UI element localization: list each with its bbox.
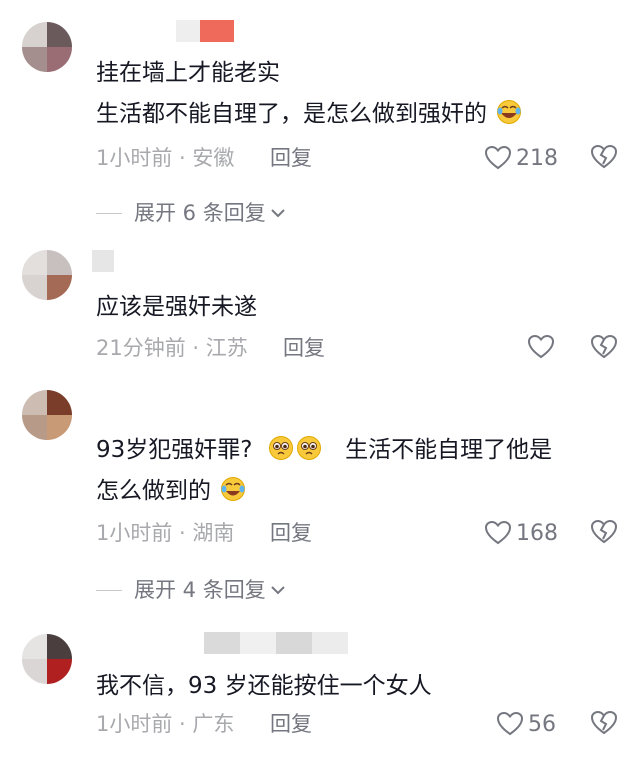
comment-meta: 1小时前 · 湖南 bbox=[96, 521, 235, 545]
comment-text: 93岁犯强奸罪? 生活不能自理了他是 bbox=[96, 435, 552, 465]
comment-text: 应该是强奸未遂 bbox=[96, 294, 257, 320]
username-redacted[interactable] bbox=[204, 632, 348, 654]
broken-heart-icon[interactable] bbox=[590, 710, 618, 736]
username-redacted[interactable] bbox=[92, 250, 114, 272]
pleading-face-emoji bbox=[296, 436, 321, 460]
rofl-emoji bbox=[497, 100, 522, 124]
broken-heart-icon[interactable] bbox=[590, 334, 618, 360]
like-count: 218 bbox=[516, 145, 558, 171]
heart-outline-icon bbox=[496, 711, 524, 736]
expand-replies-button[interactable]: 展开 6 条回复 bbox=[96, 200, 286, 226]
divider-dash bbox=[96, 212, 122, 214]
comment-meta: 1小时前 · 广东 bbox=[96, 712, 235, 736]
expand-replies-label: 展开 4 条回复 bbox=[134, 578, 266, 602]
pleading-face-emoji bbox=[268, 436, 293, 460]
comment-text-span: 生活不能自理了他是 bbox=[345, 437, 553, 463]
reply-button[interactable]: 回复 bbox=[270, 711, 312, 737]
username-redacted[interactable] bbox=[176, 20, 234, 42]
chevron-down-icon bbox=[271, 586, 285, 595]
comment-meta: 1小时前 · 安徽 bbox=[96, 146, 235, 170]
avatar[interactable] bbox=[22, 250, 72, 300]
avatar[interactable] bbox=[22, 22, 72, 72]
comment-item: 挂在墙上才能老实 生活都不能自理了，是怎么做到强奸的 1小时前 · 安徽 回复 … bbox=[0, 0, 640, 230]
comment-text: 我不信，93 岁还能按住一个女人 bbox=[96, 673, 432, 699]
like-button[interactable]: 218 bbox=[484, 144, 558, 172]
comment-item: 我不信，93 岁还能按住一个女人 1小时前 · 广东 回复 56 bbox=[0, 624, 640, 762]
comment-text-span: 生活都不能自理了，是怎么做到强奸的 bbox=[96, 101, 487, 127]
reply-button[interactable]: 回复 bbox=[283, 335, 325, 361]
comment-text: 生活都不能自理了，是怎么做到强奸的 bbox=[96, 99, 522, 129]
comment-text-span: 怎么做到的 bbox=[96, 478, 211, 504]
avatar[interactable] bbox=[22, 634, 72, 684]
heart-outline-icon[interactable] bbox=[527, 334, 555, 360]
expand-replies-label: 展开 6 条回复 bbox=[134, 201, 266, 225]
comment-meta: 21分钟前 · 江苏 bbox=[96, 336, 248, 360]
like-button[interactable]: 56 bbox=[496, 710, 556, 738]
comment-text-span: 93岁犯强奸罪? bbox=[96, 437, 253, 463]
comment-text: 挂在墙上才能老实 bbox=[96, 60, 280, 86]
comment-item: 93岁犯强奸罪? 生活不能自理了他是 怎么做到的 1小时前 · 湖南 回复 16… bbox=[0, 380, 640, 616]
expand-replies-button[interactable]: 展开 4 条回复 bbox=[96, 577, 286, 603]
like-button[interactable]: 168 bbox=[484, 519, 558, 547]
heart-outline-icon bbox=[484, 520, 512, 545]
broken-heart-icon[interactable] bbox=[590, 519, 618, 545]
chevron-down-icon bbox=[271, 209, 285, 218]
comment-text: 怎么做到的 bbox=[96, 476, 246, 506]
comment-item: 应该是强奸未遂 21分钟前 · 江苏 回复 bbox=[0, 238, 640, 368]
divider-dash bbox=[96, 589, 122, 591]
like-count: 168 bbox=[516, 520, 558, 546]
like-count: 56 bbox=[528, 711, 556, 737]
reply-button[interactable]: 回复 bbox=[270, 520, 312, 546]
heart-outline-icon bbox=[484, 145, 512, 170]
broken-heart-icon[interactable] bbox=[590, 144, 618, 170]
crying-laughing-emoji bbox=[221, 477, 246, 501]
avatar[interactable] bbox=[22, 390, 72, 440]
reply-button[interactable]: 回复 bbox=[270, 145, 312, 171]
